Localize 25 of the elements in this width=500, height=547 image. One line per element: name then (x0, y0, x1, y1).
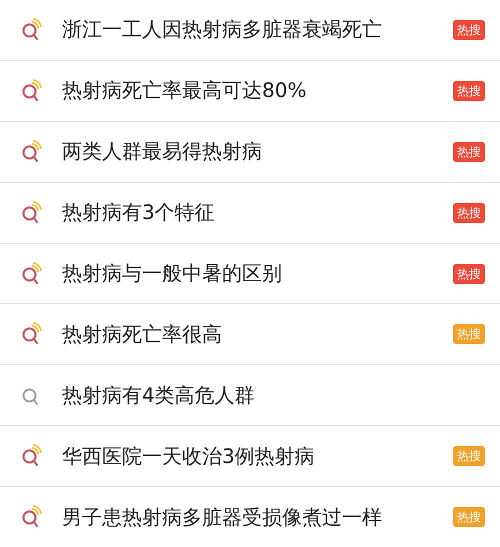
hot-search-icon (20, 78, 44, 103)
hot-search-icon (20, 140, 44, 164)
suggestion-text[interactable]: 男子患热射病多脏器受损像煮过一样 (62, 504, 453, 531)
suggestion-text[interactable]: 热射病有4类高危人群 (62, 382, 485, 409)
hot-badge: 热搜 (453, 324, 485, 344)
hot-badge: 热搜 (453, 80, 485, 101)
hot-search-icon (20, 18, 44, 42)
hot-search-icon (20, 262, 44, 286)
hot-search-icon (20, 444, 44, 468)
hot-search-icon (20, 200, 44, 225)
suggestion-text[interactable]: 两类人群最易得热射病 (62, 138, 453, 166)
hot-badge: 热搜 (453, 202, 485, 223)
hot-search-icon (20, 322, 44, 346)
suggestion-text[interactable]: 华西医院一天收治3例热射病 (62, 442, 453, 470)
hot-badge: 热搜 (453, 264, 485, 284)
hot-badge: 热搜 (453, 142, 485, 162)
suggestion-text[interactable]: 浙江一工人因热射病多脏器衰竭死亡 (62, 16, 453, 44)
suggestion-text[interactable]: 热射病有3个特征 (62, 199, 453, 226)
hot-badge: 热搜 (453, 507, 485, 528)
hot-badge: 热搜 (453, 446, 485, 466)
suggestion-text[interactable]: 热射病死亡率最高可达80% (62, 77, 453, 104)
hot-badge: 热搜 (453, 20, 485, 40)
hot-search-icon (20, 505, 44, 530)
suggestion-text[interactable]: 热射病与一般中暑的区别 (62, 260, 453, 287)
suggestion-text[interactable]: 热射病死亡率很高 (62, 320, 453, 348)
